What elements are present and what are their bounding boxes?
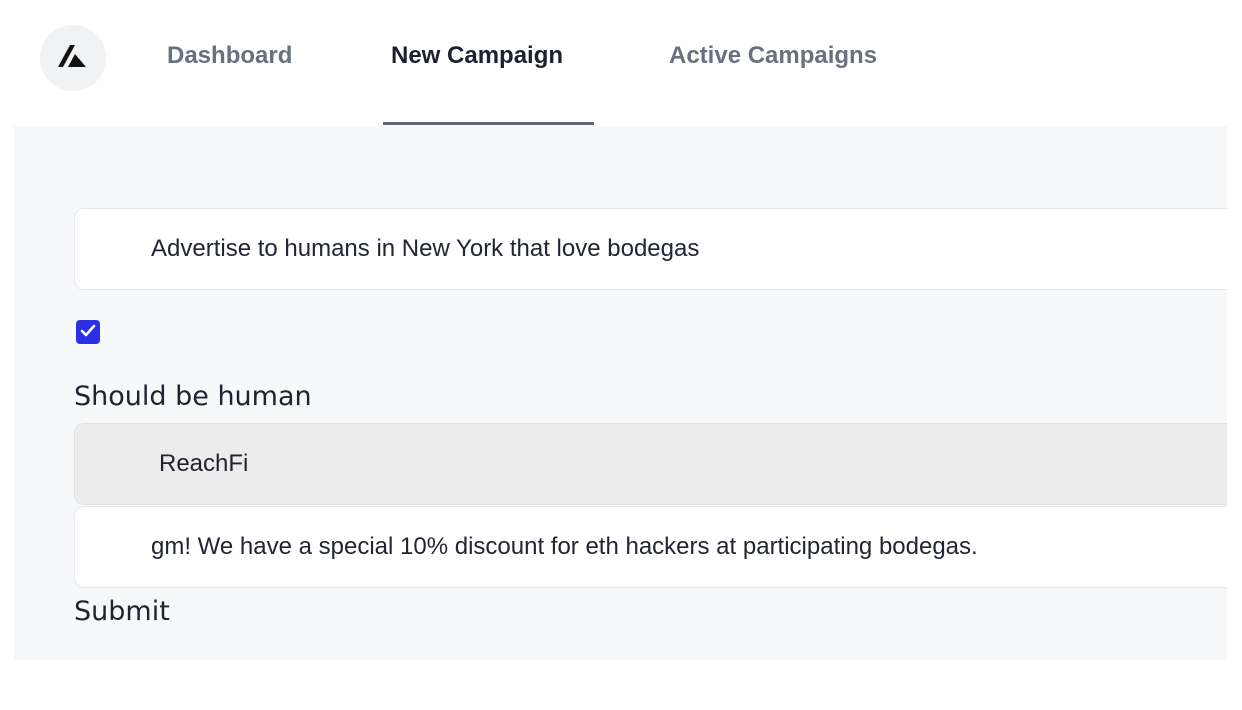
logo[interactable] <box>40 25 106 91</box>
submit-button[interactable]: Submit <box>74 596 170 627</box>
message-input[interactable] <box>74 506 1227 588</box>
checkmark-icon <box>80 323 96 342</box>
should-be-human-label: Should be human <box>74 381 312 412</box>
sender-name-field[interactable] <box>74 423 1227 505</box>
tab-active-campaigns[interactable]: Active Campaigns <box>669 42 877 70</box>
reachfi-logo-icon <box>58 45 88 71</box>
new-campaign-panel: Should be human Submit <box>14 126 1227 660</box>
tab-dashboard[interactable]: Dashboard <box>167 42 292 70</box>
should-be-human-checkbox[interactable] <box>76 320 100 344</box>
top-navigation: Dashboard New Campaign Active Campaigns <box>0 0 1242 126</box>
audience-input[interactable] <box>74 208 1227 290</box>
active-tab-indicator <box>383 122 594 125</box>
tab-new-campaign[interactable]: New Campaign <box>391 42 563 70</box>
